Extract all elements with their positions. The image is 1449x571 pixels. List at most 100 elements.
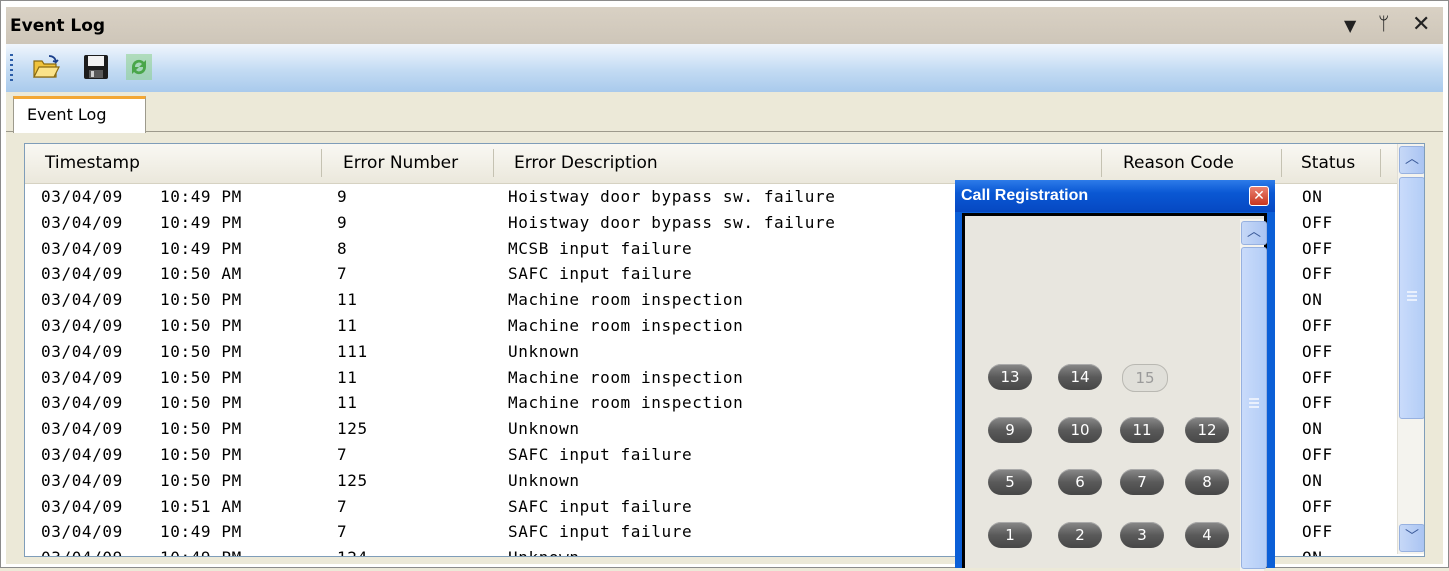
table-cell: 11 — [337, 315, 358, 335]
table-cell: 111 — [337, 341, 368, 361]
table-cell: 10:50 PM — [160, 393, 242, 413]
toolbar — [6, 44, 1443, 93]
table-cell: OFF — [1302, 212, 1333, 232]
table-cell: 7 — [337, 496, 348, 516]
table-cell: ON — [1302, 187, 1323, 206]
column-header-status[interactable]: Status — [1301, 153, 1355, 173]
pin-icon[interactable]: ᛘ — [1378, 13, 1389, 35]
popup-title-bar[interactable]: Call Registration ✕ — [955, 180, 1275, 212]
table-cell: ON — [1302, 548, 1322, 556]
floor-button-1[interactable]: 1 — [988, 522, 1032, 548]
table-cell: 124 — [337, 548, 368, 556]
popup-vertical-scrollbar[interactable]: ︿ — [1240, 219, 1267, 571]
floor-button-13[interactable]: 13 — [988, 364, 1032, 390]
floor-button-8[interactable]: 8 — [1185, 469, 1229, 495]
save-disk-icon[interactable] — [81, 52, 111, 82]
table-cell: ON — [1302, 290, 1323, 310]
table-cell: OFF — [1302, 393, 1333, 413]
column-header-error-number[interactable]: Error Number — [343, 153, 458, 173]
close-icon[interactable]: ✕ — [1412, 12, 1430, 37]
floor-button-11[interactable]: 11 — [1120, 417, 1164, 443]
table-cell: 7 — [337, 444, 348, 464]
column-header-reason-code[interactable]: Reason Code — [1123, 153, 1234, 173]
column-divider[interactable] — [1101, 149, 1102, 177]
floor-button-9[interactable]: 9 — [988, 417, 1032, 443]
floor-button-10[interactable]: 10 — [1058, 417, 1102, 443]
column-header-error-description[interactable]: Error Description — [514, 153, 658, 173]
floor-button-panel: 13 14 15 9 10 11 12 5 6 7 8 1 2 3 4 ︿ — [965, 216, 1267, 571]
dropdown-icon[interactable]: ▼ — [1344, 16, 1356, 35]
popup-body: 13 14 15 9 10 11 12 5 6 7 8 1 2 3 4 ︿ — [962, 213, 1267, 571]
table-cell: 10:49 PM — [160, 212, 242, 232]
table-cell: 10:50 PM — [160, 290, 242, 310]
table-cell: Unknown — [508, 470, 580, 490]
thumb-grip — [1249, 398, 1259, 400]
column-divider[interactable] — [1281, 149, 1282, 177]
column-divider[interactable] — [493, 149, 494, 177]
table-cell: 03/04/09 — [41, 496, 123, 516]
popup-scroll-up-icon[interactable]: ︿ — [1241, 221, 1267, 245]
table-cell: 7 — [337, 522, 348, 542]
floor-button-7[interactable]: 7 — [1120, 469, 1164, 495]
panel-title-bar: Event Log ▼ ᛘ ✕ — [6, 7, 1443, 44]
table-cell: Machine room inspection — [508, 367, 744, 387]
floor-button-15: 15 — [1122, 364, 1168, 392]
table-cell: 10:49 PM — [160, 238, 242, 258]
table-cell: 03/04/09 — [41, 393, 123, 413]
table-cell: Unknown — [508, 548, 580, 556]
table-cell: 03/04/09 — [41, 522, 123, 542]
column-divider[interactable] — [1380, 149, 1381, 177]
floor-button-6[interactable]: 6 — [1058, 469, 1102, 495]
table-cell: MCSB input failure — [508, 238, 693, 258]
table-cell: 03/04/09 — [41, 238, 123, 258]
table-cell: ON — [1302, 470, 1323, 490]
floor-button-12[interactable]: 12 — [1185, 417, 1229, 443]
table-cell: Hoistway door bypass sw. failure — [508, 187, 836, 206]
table-cell: 10:49 PM — [160, 548, 242, 556]
thumb-grip — [1407, 299, 1417, 301]
table-cell: OFF — [1302, 496, 1333, 516]
refresh-icon[interactable] — [124, 52, 154, 82]
toolbar-grip[interactable] — [10, 54, 13, 82]
table-cell: 03/04/09 — [41, 470, 123, 490]
table-cell: 03/04/09 — [41, 290, 123, 310]
table-cell: 11 — [337, 393, 358, 413]
floor-button-3[interactable]: 3 — [1120, 522, 1164, 548]
scroll-thumb[interactable] — [1399, 177, 1424, 419]
column-header-timestamp[interactable]: Timestamp — [45, 153, 140, 173]
table-cell: 9 — [337, 187, 348, 206]
table-cell: 10:50 PM — [160, 341, 242, 361]
popup-scroll-thumb[interactable] — [1241, 247, 1267, 569]
list-vertical-scrollbar[interactable]: ︿ ﹀ — [1397, 144, 1424, 554]
column-divider[interactable] — [321, 149, 322, 177]
table-cell: 10:49 PM — [160, 522, 242, 542]
table-cell: 03/04/09 — [41, 341, 123, 361]
table-cell: OFF — [1302, 315, 1333, 335]
thumb-grip — [1407, 291, 1417, 293]
floor-button-4[interactable]: 4 — [1185, 522, 1229, 548]
open-folder-icon[interactable] — [31, 52, 61, 82]
scroll-up-icon[interactable]: ︿ — [1399, 146, 1424, 174]
call-registration-window: Call Registration ✕ 13 14 15 9 10 11 12 … — [955, 180, 1275, 571]
thumb-grip — [1249, 402, 1259, 404]
popup-close-icon[interactable]: ✕ — [1249, 186, 1269, 206]
table-cell: OFF — [1302, 264, 1333, 284]
floor-button-5[interactable]: 5 — [988, 469, 1032, 495]
table-cell: 10:50 PM — [160, 315, 242, 335]
table-cell: OFF — [1302, 444, 1333, 464]
panel-title: Event Log — [10, 16, 106, 36]
table-cell: SAFC input failure — [508, 444, 693, 464]
floor-button-2[interactable]: 2 — [1058, 522, 1102, 548]
table-cell: 7 — [337, 264, 348, 284]
tab-event-log[interactable]: Event Log — [13, 96, 146, 133]
table-cell: 03/04/09 — [41, 315, 123, 335]
scroll-down-icon[interactable]: ﹀ — [1399, 524, 1424, 552]
table-cell: SAFC input failure — [508, 496, 693, 516]
table-cell: 10:50 PM — [160, 444, 242, 464]
table-cell: 10:50 PM — [160, 419, 242, 439]
table-cell: 11 — [337, 367, 358, 387]
floor-button-14[interactable]: 14 — [1058, 364, 1102, 390]
table-cell: 125 — [337, 470, 368, 490]
table-cell: 10:50 AM — [160, 264, 242, 284]
table-cell: 03/04/09 — [41, 187, 123, 206]
